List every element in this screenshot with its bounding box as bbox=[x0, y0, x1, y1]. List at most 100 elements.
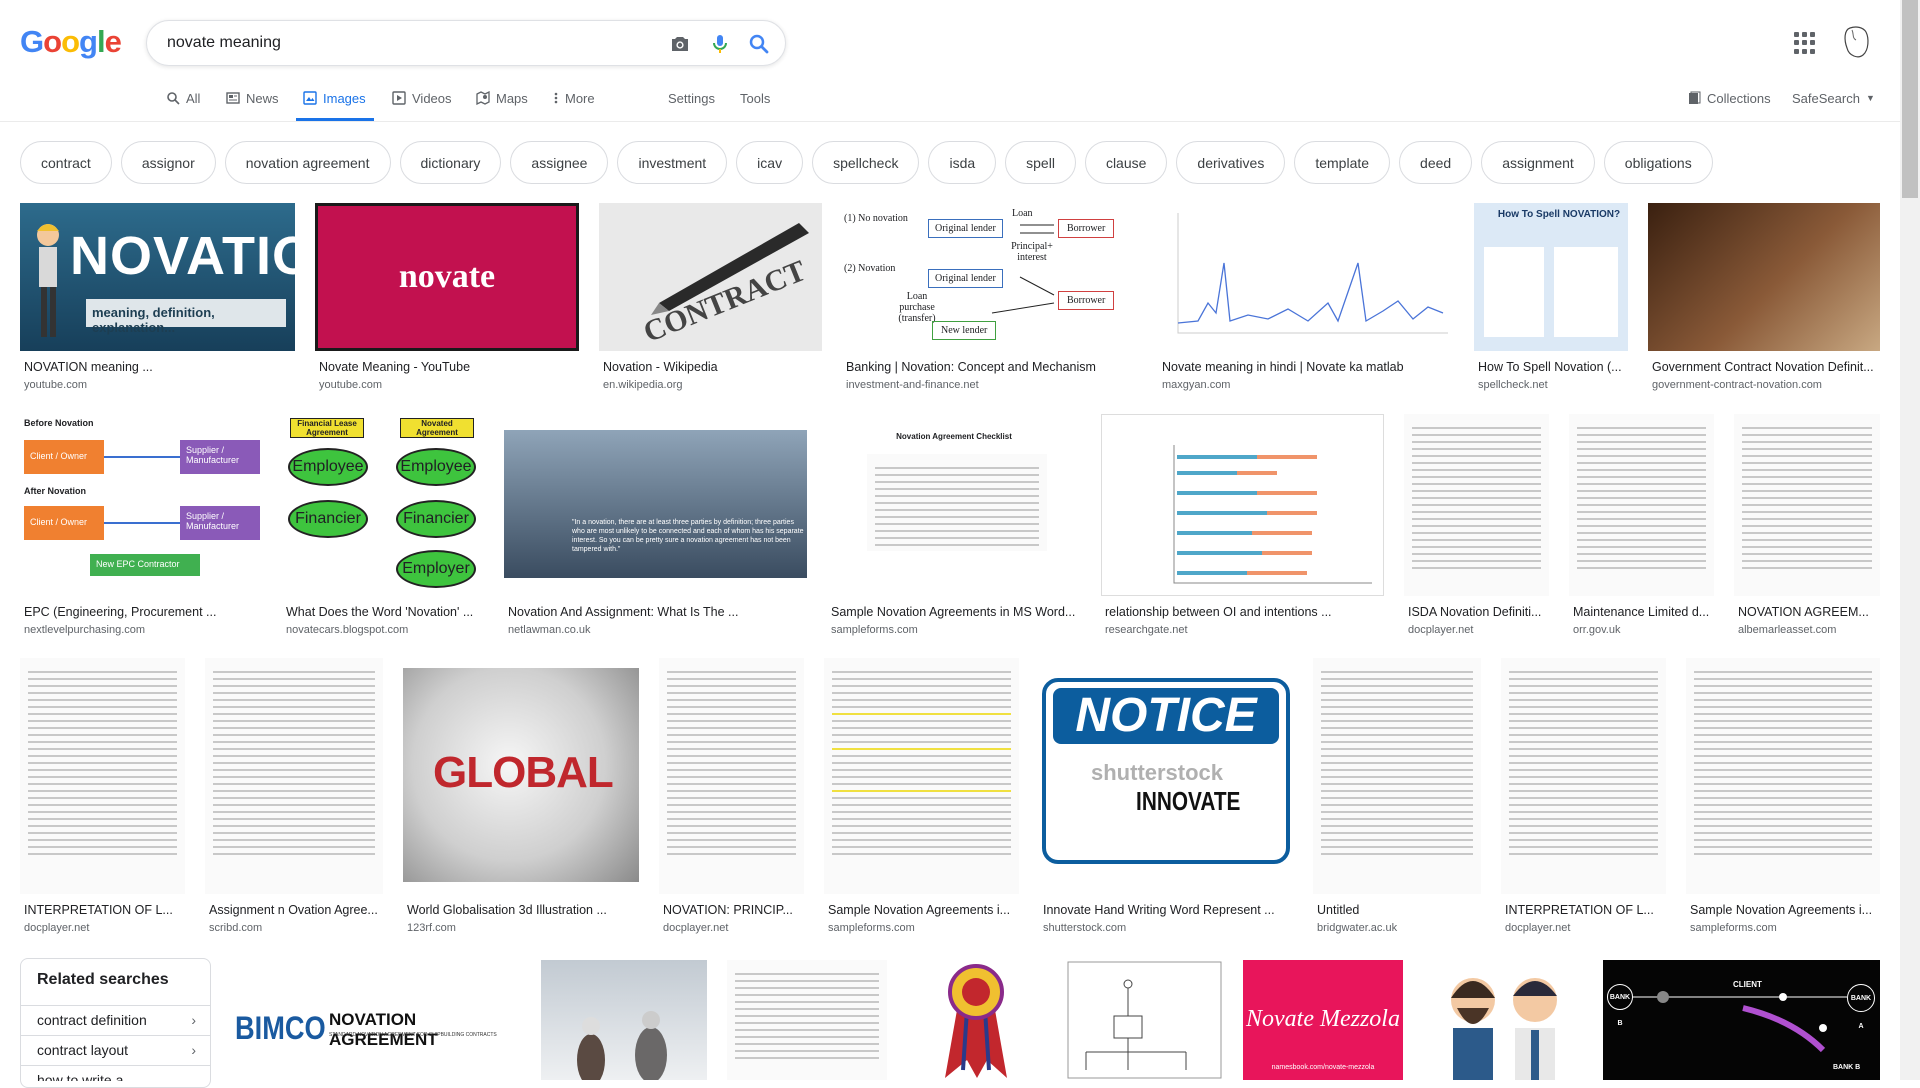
result-title[interactable]: Assignment n Ovation Agree... bbox=[209, 903, 381, 917]
news-icon bbox=[226, 92, 240, 104]
image-thumbnail[interactable]: BIMCO NOVATION AGREEMENT STANDARD NOVATI… bbox=[231, 960, 521, 1080]
result-title[interactable]: Novate Meaning - YouTube bbox=[319, 360, 577, 374]
image-thumbnail[interactable]: CONTRACT bbox=[599, 203, 822, 351]
result-title[interactable]: Innovate Hand Writing Word Represent ... bbox=[1043, 903, 1291, 917]
result-title[interactable]: Sample Novation Agreements i... bbox=[828, 903, 1018, 917]
image-thumbnail[interactable] bbox=[1501, 658, 1666, 894]
tab-tools[interactable]: Tools bbox=[740, 91, 770, 121]
chip[interactable]: clause bbox=[1084, 141, 1168, 184]
image-thumbnail[interactable] bbox=[659, 658, 804, 894]
chip[interactable]: icav bbox=[736, 141, 804, 184]
chip[interactable]: dictionary bbox=[399, 141, 502, 184]
result-title[interactable]: NOVATION: PRINCIP... bbox=[663, 903, 803, 917]
image-thumbnail[interactable]: How To Spell NOVATION? bbox=[1474, 203, 1628, 351]
result-title[interactable]: Government Contract Novation Definit... bbox=[1652, 360, 1878, 374]
image-thumbnail[interactable] bbox=[1404, 414, 1549, 596]
image-thumbnail[interactable] bbox=[1734, 414, 1880, 596]
chip[interactable]: spell bbox=[1005, 141, 1076, 184]
image-thumbnail[interactable]: GLOBAL bbox=[403, 668, 639, 882]
image-thumbnail[interactable] bbox=[1101, 414, 1384, 596]
result-title[interactable]: Novation And Assignment: What Is The ... bbox=[508, 605, 806, 619]
result-title[interactable]: INTERPRETATION OF L... bbox=[1505, 903, 1665, 917]
scrollbar-thumb[interactable] bbox=[1902, 0, 1918, 198]
result-title[interactable]: EPC (Engineering, Procurement ... bbox=[24, 605, 260, 619]
result-title[interactable]: relationship between OI and intentions .… bbox=[1105, 605, 1383, 619]
collections-button[interactable]: Collections bbox=[1687, 91, 1771, 121]
result-title[interactable]: World Globalisation 3d Illustration ... bbox=[407, 903, 637, 917]
result-title[interactable]: NOVATION AGREEM... bbox=[1738, 605, 1878, 619]
chip[interactable]: obligations bbox=[1603, 141, 1713, 184]
chip[interactable]: assignor bbox=[120, 141, 216, 184]
image-thumbnail[interactable]: NOTICE shutterstock INNOVATE bbox=[1039, 658, 1293, 894]
thumb-text: Financier bbox=[396, 500, 476, 538]
related-search-item[interactable]: contract layout › bbox=[21, 1035, 210, 1065]
image-thumbnail[interactable] bbox=[1066, 960, 1223, 1080]
result-title[interactable]: Novate meaning in hindi | Novate ka matl… bbox=[1162, 360, 1452, 374]
related-search-item[interactable]: contract definition › bbox=[21, 1005, 210, 1035]
result-title[interactable]: Sample Novation Agreements i... bbox=[1690, 903, 1878, 917]
related-search-item[interactable]: how to write a bbox=[21, 1065, 210, 1081]
chip[interactable]: spellcheck bbox=[812, 141, 920, 184]
search-input[interactable] bbox=[167, 31, 627, 55]
image-thumbnail[interactable] bbox=[20, 658, 185, 894]
result-source: spellcheck.net bbox=[1478, 379, 1548, 391]
tab-images[interactable]: Images bbox=[303, 91, 366, 121]
image-thumbnail[interactable]: NOVATION meaning, definition, explanatio… bbox=[20, 203, 295, 351]
result-source: sampleforms.com bbox=[831, 624, 918, 636]
image-thumbnail[interactable] bbox=[907, 960, 1046, 1080]
account-avatar[interactable] bbox=[1840, 24, 1872, 60]
chip[interactable]: novation agreement bbox=[224, 141, 391, 184]
chip[interactable]: assignment bbox=[1481, 141, 1595, 184]
tab-news[interactable]: News bbox=[226, 91, 279, 121]
result-title[interactable]: Banking | Novation: Concept and Mechanis… bbox=[846, 360, 1136, 374]
image-thumbnail[interactable]: Financial Lease Agreement Novated Agreem… bbox=[282, 414, 484, 596]
result-title[interactable]: NOVATION meaning ... bbox=[24, 360, 292, 374]
image-thumbnail[interactable]: (1) No novation Original lender Loan Bor… bbox=[842, 203, 1138, 351]
result-title[interactable]: What Does the Word 'Novation' ... bbox=[286, 605, 482, 619]
chip[interactable]: derivatives bbox=[1176, 141, 1286, 184]
image-thumbnail[interactable]: "In a novation, there are at least three… bbox=[504, 430, 807, 578]
microphone-icon[interactable] bbox=[708, 32, 732, 56]
chip[interactable]: investment bbox=[617, 141, 728, 184]
image-thumbnail[interactable]: Before Novation Client / Owner Supplier … bbox=[20, 414, 262, 596]
more-vert-icon bbox=[554, 92, 558, 104]
chip[interactable]: isda bbox=[928, 141, 997, 184]
safesearch-dropdown[interactable]: SafeSearch ▼ bbox=[1792, 91, 1875, 121]
result-title[interactable]: Sample Novation Agreements in MS Word... bbox=[831, 605, 1079, 619]
tab-more[interactable]: More bbox=[553, 91, 595, 121]
result-title[interactable]: Untitled bbox=[1317, 903, 1479, 917]
image-thumbnail[interactable] bbox=[541, 960, 707, 1080]
image-thumbnail[interactable] bbox=[1423, 960, 1583, 1080]
result-title[interactable]: ISDA Novation Definiti... bbox=[1408, 605, 1548, 619]
chip[interactable]: deed bbox=[1399, 141, 1473, 184]
apps-grid-icon[interactable] bbox=[1794, 32, 1816, 54]
chip[interactable]: template bbox=[1294, 141, 1391, 184]
image-thumbnail[interactable]: Novate Mezzola namesbook.com/novate-mezz… bbox=[1243, 960, 1403, 1080]
result-title[interactable]: Novation - Wikipedia bbox=[603, 360, 821, 374]
image-thumbnail[interactable]: Novation Agreement Checklist bbox=[827, 414, 1081, 596]
image-thumbnail[interactable] bbox=[824, 658, 1019, 894]
tab-all[interactable]: All bbox=[166, 91, 200, 121]
chip[interactable]: assignee bbox=[510, 141, 609, 184]
logo-letter: o bbox=[43, 24, 62, 59]
image-thumbnail[interactable] bbox=[1569, 414, 1714, 596]
image-thumbnail[interactable] bbox=[727, 960, 887, 1080]
image-thumbnail[interactable] bbox=[1158, 203, 1454, 351]
tab-label: Images bbox=[323, 91, 366, 106]
image-thumbnail[interactable]: BANK B CLIENT BANK A BANK B bbox=[1603, 960, 1880, 1080]
result-title[interactable]: Maintenance Limited d... bbox=[1573, 605, 1713, 619]
image-thumbnail[interactable] bbox=[1313, 658, 1481, 894]
tab-maps[interactable]: Maps bbox=[476, 91, 528, 121]
google-logo[interactable]: Google bbox=[20, 24, 122, 60]
chip[interactable]: contract bbox=[20, 141, 112, 184]
search-icon[interactable] bbox=[747, 32, 771, 56]
result-title[interactable]: How To Spell Novation (... bbox=[1478, 360, 1628, 374]
tab-settings[interactable]: Settings bbox=[668, 91, 715, 121]
image-thumbnail[interactable] bbox=[1648, 203, 1880, 351]
result-title[interactable]: INTERPRETATION OF L... bbox=[24, 903, 184, 917]
camera-icon[interactable] bbox=[668, 32, 692, 56]
image-thumbnail[interactable] bbox=[205, 658, 383, 894]
tab-videos[interactable]: Videos bbox=[392, 91, 452, 121]
image-thumbnail[interactable]: novate bbox=[315, 203, 579, 351]
image-thumbnail[interactable] bbox=[1686, 658, 1880, 894]
